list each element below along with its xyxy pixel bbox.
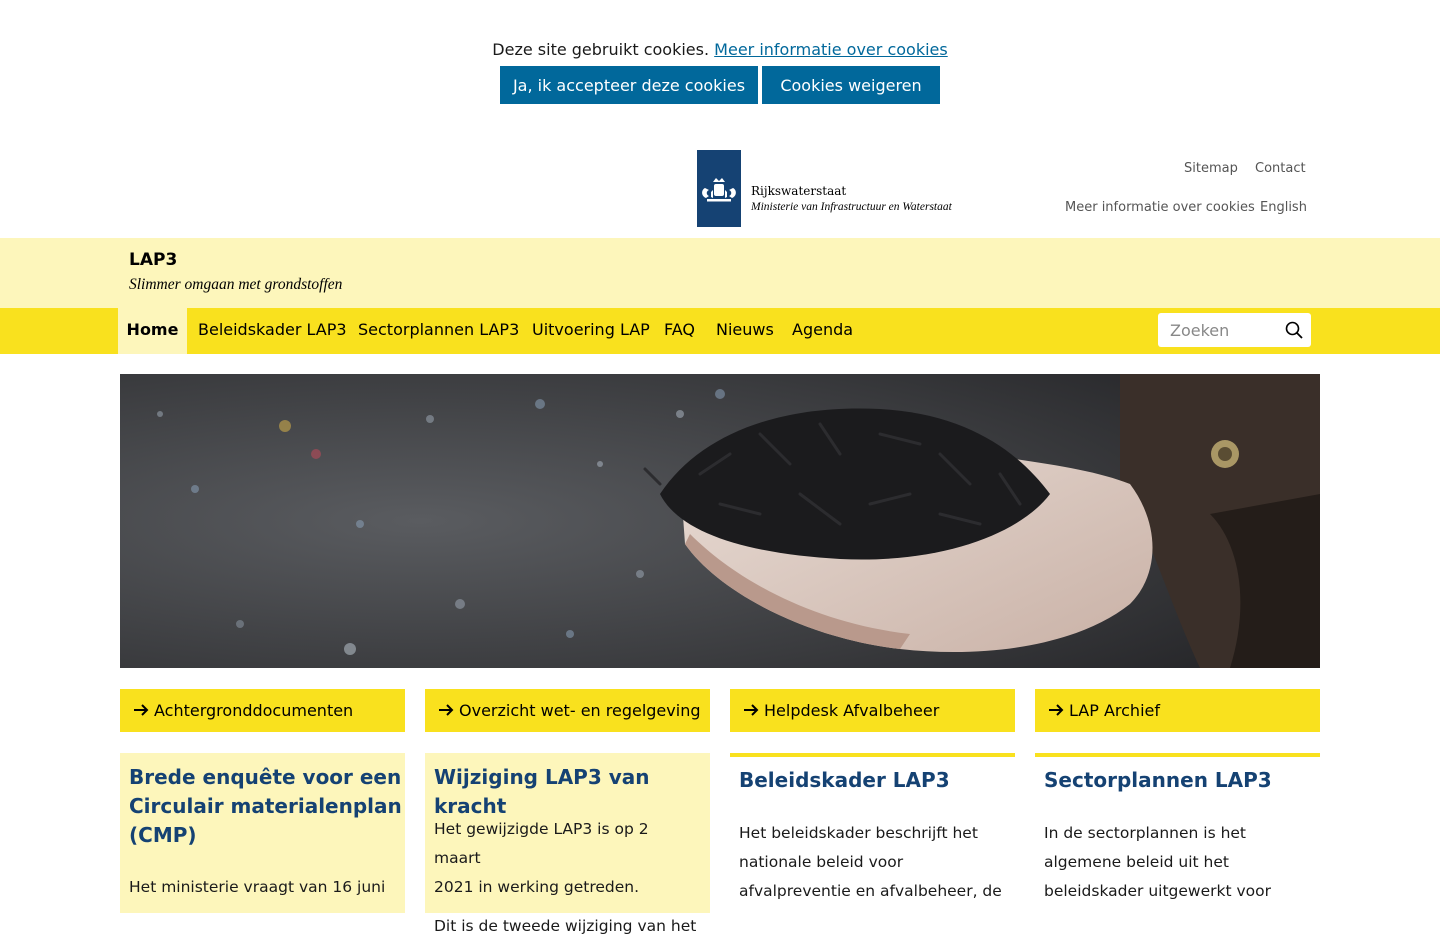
card-text: In de sectorplannen is het algemene bele… [1044, 824, 1271, 900]
card-sectorplannen[interactable]: Sectorplannen LAP3 In de sectorplannen i… [1035, 753, 1320, 917]
site-subtitle: Slimmer omgaan met grondstoffen [129, 276, 343, 293]
card-cmp-enquete[interactable]: Brede enquête voor een Circulair materia… [120, 753, 405, 913]
nav-item-nieuws[interactable]: Nieuws [716, 308, 774, 354]
card-title[interactable]: Sectorplannen LAP3 [1044, 766, 1272, 795]
coat-of-arms-icon [697, 150, 741, 227]
nav-item-agenda[interactable]: Agenda [792, 308, 853, 354]
cookie-info-link[interactable]: Meer informatie over cookies [714, 40, 948, 59]
card-title[interactable]: Wijziging LAP3 van kracht [434, 763, 710, 821]
quick-link-achtergronddocumenten[interactable]: Achtergronddocumenten [120, 689, 405, 732]
quick-link-label: Overzicht wet- en regelgeving [459, 701, 701, 720]
card-wijziging-lap3[interactable]: Wijziging LAP3 van kracht Het gewijzigde… [425, 753, 710, 935]
nav-item-sectorplannen[interactable]: Sectorplannen LAP3 [358, 308, 519, 354]
nav-item-faq[interactable]: FAQ [664, 308, 695, 354]
logo-line-2: Ministerie van Infrastructuur en Waterst… [751, 201, 952, 213]
card-title[interactable]: Brede enquête voor een Circulair materia… [129, 763, 402, 850]
card-beleidskader[interactable]: Beleidskader LAP3 Het beleidskader besch… [730, 753, 1015, 917]
logo-line-1: Rijkswaterstaat [751, 184, 847, 198]
quick-link-label: Helpdesk Afvalbeheer [764, 701, 940, 720]
card-text: Het ministerie vraagt van 16 juni [129, 878, 386, 896]
search-input[interactable] [1158, 313, 1288, 347]
nav-item-uitvoering[interactable]: Uitvoering LAP [532, 308, 650, 354]
cookie-info-service-link[interactable]: Meer informatie over cookies [1065, 200, 1255, 215]
cookie-message: Deze site gebruikt cookies. Meer informa… [0, 40, 1440, 59]
arrow-right-icon [134, 704, 149, 716]
sitemap-link[interactable]: Sitemap [1184, 161, 1238, 176]
card-text: Het gewijzigde LAP3 is op 2 maart 2021 i… [434, 820, 697, 935]
cookie-message-text: Deze site gebruikt cookies. [492, 40, 710, 59]
search-box [1158, 313, 1311, 347]
quick-link-helpdesk[interactable]: Helpdesk Afvalbeheer [730, 689, 1015, 732]
rijksoverheid-logo[interactable]: Rijkswaterstaat Ministerie van Infrastru… [697, 150, 957, 227]
nav-item-home[interactable]: Home [118, 308, 187, 354]
accept-cookies-button[interactable]: Ja, ik accepteer deze cookies [500, 66, 758, 104]
quick-link-lap-archief[interactable]: LAP Archief [1035, 689, 1320, 732]
nav-item-beleidskader[interactable]: Beleidskader LAP3 [198, 308, 347, 354]
site-header-band: LAP3 Slimmer omgaan met grondstoffen [0, 238, 1440, 308]
quick-link-label: Achtergronddocumenten [154, 701, 354, 720]
cookie-bar: Deze site gebruikt cookies. Meer informa… [0, 0, 1440, 130]
arrow-right-icon [439, 704, 454, 716]
contact-link[interactable]: Contact [1255, 161, 1306, 176]
arrow-right-icon [744, 704, 759, 716]
search-icon[interactable] [1285, 321, 1303, 339]
site-title[interactable]: LAP3 [129, 250, 177, 270]
main-navigation: Home Beleidskader LAP3 Sectorplannen LAP… [0, 308, 1440, 354]
quick-link-label: LAP Archief [1069, 701, 1160, 720]
quick-link-wet-en-regelgeving[interactable]: Overzicht wet- en regelgeving [425, 689, 710, 732]
english-link[interactable]: English [1260, 200, 1307, 215]
refuse-cookies-button[interactable]: Cookies weigeren [762, 66, 940, 104]
hero-image [120, 374, 1320, 668]
card-title[interactable]: Beleidskader LAP3 [739, 766, 950, 795]
arrow-right-icon [1049, 704, 1064, 716]
card-text: Het beleidskader beschrijft het national… [739, 824, 1002, 900]
